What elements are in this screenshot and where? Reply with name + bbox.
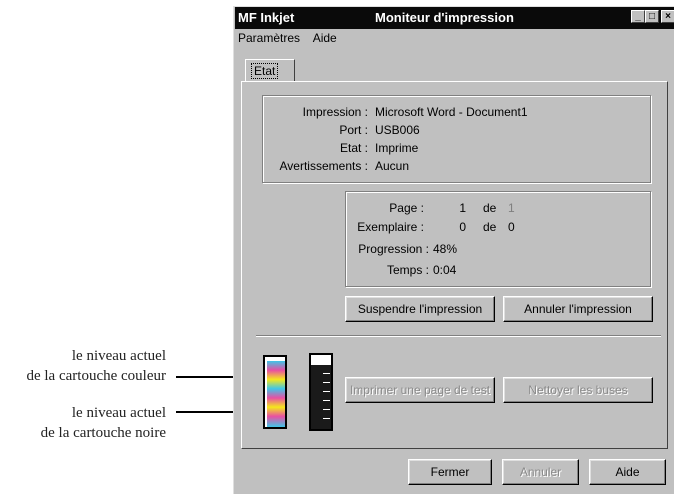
cancel-button[interactable]: Annuler [502,459,579,485]
menu-item-parametres[interactable]: Paramètres [238,31,300,45]
time-label: Temps : [386,263,429,277]
info-label-impression: Impression : [302,105,368,119]
info-value-port: USB006 [375,123,420,137]
tab-etat-label: Etat [251,63,279,79]
progression-value: 48% [433,242,458,256]
info-label-etat: Etat : [339,141,368,155]
black-level-tick [323,409,330,410]
time-value: 0:04 [433,263,457,277]
page-value: 1 [459,201,466,215]
callout-color-cartridge: le niveau actuel de la cartouche couleur [0,346,166,386]
black-level-tick [323,373,330,374]
callout-black-line2: de la cartouche noire [40,425,166,441]
minimize-icon[interactable]: _ [631,10,645,23]
info-value-impression: Microsoft Word - Document1 [375,105,528,119]
print-monitor-window: MF Inkjet Moniteur d'impression _ □ × Pa… [233,6,674,494]
page-de-label: de [483,201,497,215]
section-divider [256,335,661,337]
print-test-page-button[interactable]: Imprimer une page de test [345,377,495,403]
app-name: MF Inkjet [238,10,295,25]
maximize-icon[interactable]: □ [645,10,659,23]
black-level-tick [323,391,330,392]
window-title: Moniteur d'impression [375,10,514,25]
title-bar[interactable]: MF Inkjet Moniteur d'impression _ □ × [235,7,674,29]
copy-total: 0 [508,220,515,234]
black-cartridge-level [309,353,333,431]
black-level-tick [323,418,330,419]
suspend-print-button[interactable]: Suspendre l'impression [345,296,495,322]
info-label-port: Port : [339,123,368,137]
info-value-etat: Imprime [375,141,419,155]
menu-bar: Paramètres Aide [238,31,347,49]
copy-de-label: de [483,220,497,234]
color-cartridge-level [263,355,287,429]
progression-label: Progression : [358,242,429,256]
callout-color-line1: le niveau actuel [71,348,166,364]
page-total: 1 [508,201,515,215]
help-button[interactable]: Aide [589,459,666,485]
copy-label: Exemplaire : [357,220,424,234]
close-icon[interactable]: × [661,10,674,23]
clean-nozzles-button[interactable]: Nettoyer les buses [503,377,653,403]
callout-black-cartridge: le niveau actuel de la cartouche noire [0,403,166,443]
copy-value: 0 [459,220,466,234]
cancel-print-button[interactable]: Annuler l'impression [503,296,653,322]
callout-color-line2: de la cartouche couleur [26,368,166,384]
info-value-avertissements: Aucun [375,159,410,173]
menu-item-aide[interactable]: Aide [313,31,337,45]
color-ink-fill [267,361,285,427]
black-level-tick [323,382,330,383]
callout-black-line1: le niveau actuel [71,405,166,421]
info-label-avertissements: Avertissements : [279,159,368,173]
black-level-tick [323,400,330,401]
tab-etat[interactable]: Etat [245,59,295,81]
black-cartridge-cap [311,355,331,365]
page-label: Page : [389,201,424,215]
close-button[interactable]: Fermer [408,459,492,485]
